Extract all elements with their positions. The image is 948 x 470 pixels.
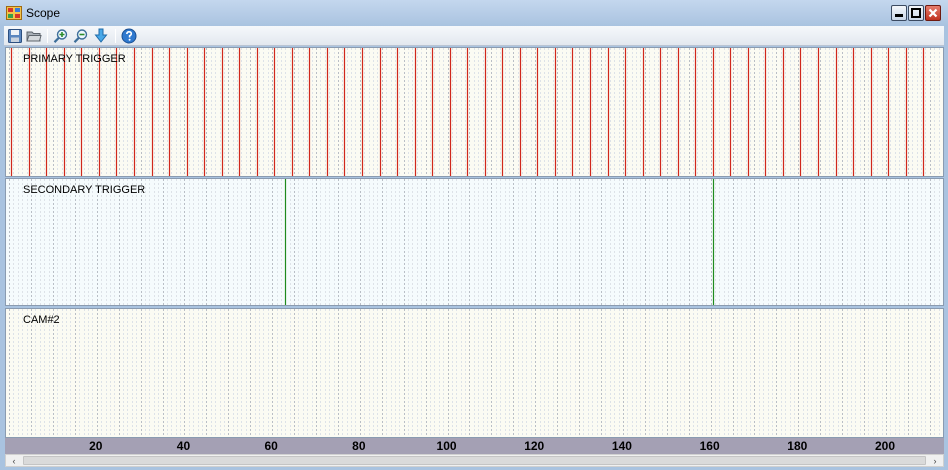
maximize-button[interactable] [908, 5, 924, 21]
channel-secondary-trigger[interactable]: SECONDARY TRIGGER [5, 178, 944, 306]
axis-tick-label: 100 [436, 439, 457, 453]
channel-label: CAM#2 [23, 314, 60, 326]
axis-tick-label: 120 [524, 439, 545, 453]
axis-tick-label: 80 [352, 439, 366, 453]
axis-tick-label: 60 [264, 439, 278, 453]
open-folder-icon [26, 31, 42, 42]
scrollbar-thumb[interactable] [23, 456, 926, 465]
window-title: Scope [26, 6, 61, 20]
axis-tick-label: 140 [611, 439, 632, 453]
toolbar-separator [115, 29, 116, 43]
title-bar[interactable]: Scope [0, 0, 948, 26]
app-grid-icon [6, 6, 22, 20]
close-icon [928, 8, 938, 18]
close-button[interactable] [925, 5, 941, 21]
time-axis-ruler: 20 40 60 80 100 120 140 160 180 200 [5, 438, 944, 454]
zoom-in-icon [53, 29, 68, 43]
axis-tick-label: 160 [699, 439, 720, 453]
secondary-trigger-plot [6, 179, 943, 305]
maximize-icon [911, 8, 921, 18]
axis-tick-label: 20 [89, 439, 103, 453]
help-button[interactable] [120, 27, 138, 45]
channel-label: PRIMARY TRIGGER [23, 53, 126, 65]
minimize-icon [895, 14, 903, 17]
scroll-right-arrow-icon[interactable]: › [927, 455, 943, 466]
save-icon [8, 29, 22, 43]
help-icon [121, 28, 137, 44]
primary-trigger-plot [6, 48, 943, 176]
scroll-left-arrow-icon[interactable]: ‹ [6, 455, 22, 466]
scope-window: Scope PRIMARY TRIGGER SECONDARY TRIGGER … [0, 0, 948, 470]
minimize-button[interactable] [891, 5, 907, 21]
zoom-out-button[interactable] [72, 27, 90, 45]
plot-background [6, 179, 943, 305]
download-button[interactable] [92, 27, 110, 45]
zoom-out-icon [73, 29, 88, 43]
channel-cam2[interactable]: CAM#2 [5, 308, 944, 438]
horizontal-scrollbar[interactable]: ‹ › [5, 454, 944, 467]
cam2-plot [6, 309, 943, 437]
download-icon [94, 28, 108, 43]
save-button[interactable] [6, 27, 24, 45]
axis-tick-label: 200 [874, 439, 895, 453]
toolbar [4, 26, 944, 46]
toolbar-separator [47, 29, 48, 43]
axis-tick-label: 40 [176, 439, 191, 453]
channel-primary-trigger[interactable]: PRIMARY TRIGGER [5, 47, 944, 177]
zoom-in-button[interactable] [52, 27, 70, 45]
open-button[interactable] [25, 27, 43, 45]
channel-label: SECONDARY TRIGGER [23, 184, 146, 196]
axis-tick-label: 180 [787, 439, 808, 453]
